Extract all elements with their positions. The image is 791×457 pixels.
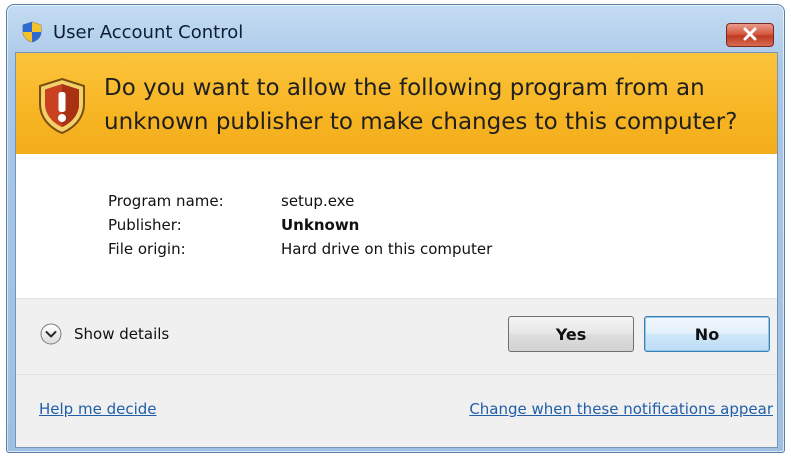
- no-button[interactable]: No: [644, 316, 770, 352]
- uac-question: Do you want to allow the following progr…: [104, 75, 738, 135]
- uac-shield-icon: [21, 21, 43, 43]
- program-name-label: Program name:: [108, 192, 224, 210]
- uac-dialog: User Account Control Do you want to allo…: [6, 4, 785, 453]
- file-origin-value: Hard drive on this computer: [281, 240, 493, 258]
- dialog-content: Do you want to allow the following progr…: [15, 52, 778, 448]
- info-row-file-origin: File origin: Hard drive on this computer: [108, 237, 492, 261]
- show-details-label[interactable]: Show details: [74, 325, 169, 343]
- warning-shield-icon: [36, 77, 88, 135]
- window-title: User Account Control: [53, 22, 244, 43]
- title-bar[interactable]: User Account Control: [7, 5, 784, 53]
- action-area: Show details Yes No Help me decide Chang…: [16, 299, 777, 447]
- close-button[interactable]: [726, 23, 774, 47]
- warning-banner: Do you want to allow the following progr…: [16, 53, 777, 154]
- program-name-value: setup.exe: [281, 192, 355, 210]
- info-row-publisher: Publisher: Unknown: [108, 213, 492, 237]
- publisher-label: Publisher:: [108, 216, 182, 234]
- publisher-value: Unknown: [281, 216, 360, 234]
- program-info: Program name: setup.exe Publisher: Unkno…: [108, 189, 492, 261]
- links-divider: [16, 374, 777, 375]
- yes-button[interactable]: Yes: [508, 316, 634, 352]
- chevron-down-icon[interactable]: [40, 323, 62, 345]
- show-details-toggle[interactable]: Show details: [40, 323, 169, 345]
- change-notifications-link[interactable]: Change when these notifications appear: [469, 400, 773, 418]
- file-origin-label: File origin:: [108, 240, 186, 258]
- info-row-program-name: Program name: setup.exe: [108, 189, 492, 213]
- help-me-decide-link[interactable]: Help me decide: [39, 400, 157, 418]
- close-icon: [742, 26, 758, 45]
